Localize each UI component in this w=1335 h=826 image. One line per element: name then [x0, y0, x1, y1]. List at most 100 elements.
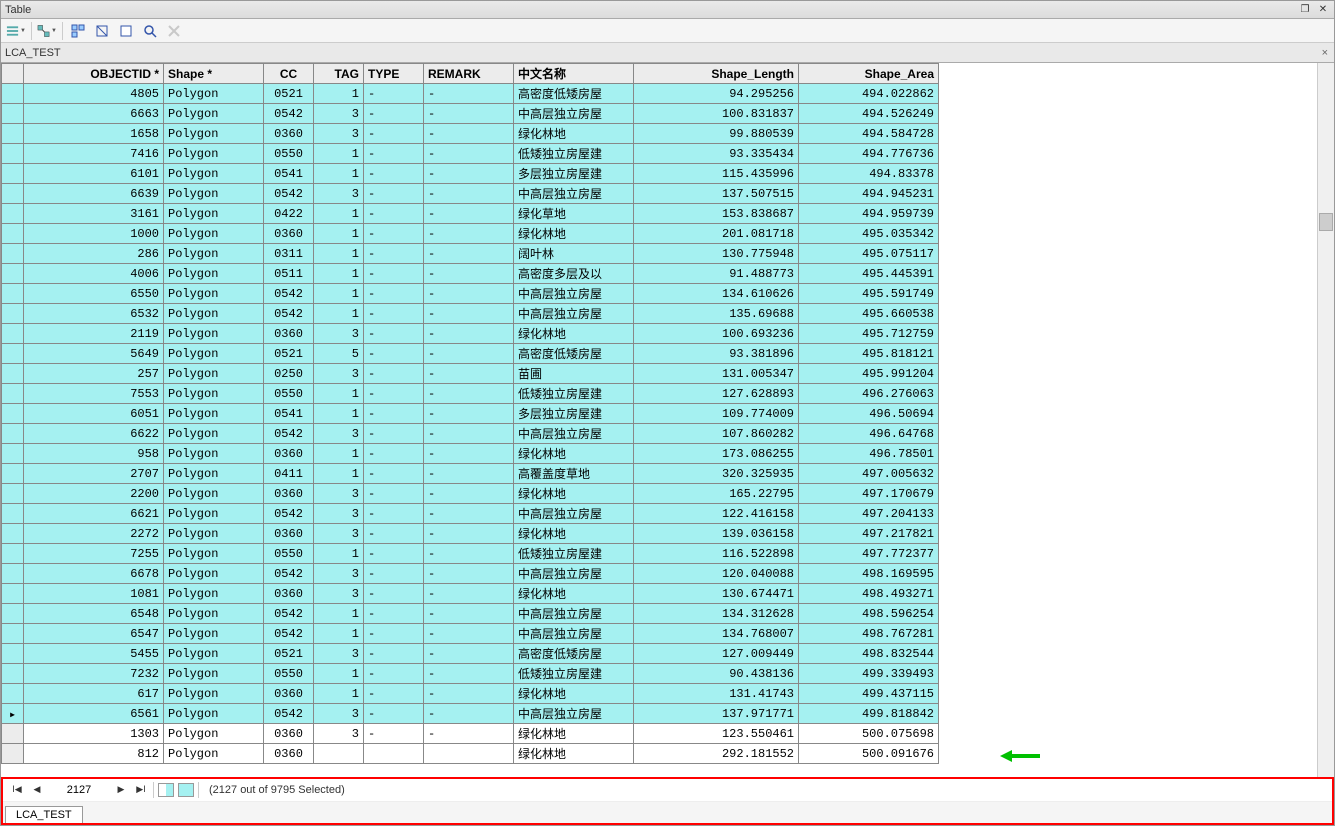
cell[interactable]: Polygon: [164, 724, 264, 744]
cell[interactable]: 494.959739: [799, 204, 939, 224]
cell[interactable]: 495.712759: [799, 324, 939, 344]
cell[interactable]: 496.50694: [799, 404, 939, 424]
cell[interactable]: 137.507515: [634, 184, 799, 204]
table-row[interactable]: 6532Polygon05421--中高层独立房屋135.69688495.66…: [2, 304, 939, 324]
cell[interactable]: 0360: [264, 484, 314, 504]
cell[interactable]: 115.435996: [634, 164, 799, 184]
cell[interactable]: 617: [24, 684, 164, 704]
cell[interactable]: Polygon: [164, 584, 264, 604]
cell[interactable]: -: [424, 364, 514, 384]
cell[interactable]: -: [364, 464, 424, 484]
cell[interactable]: 131.41743: [634, 684, 799, 704]
cell[interactable]: 257: [24, 364, 164, 384]
cell[interactable]: 4006: [24, 264, 164, 284]
cell[interactable]: 低矮独立房屋建: [514, 144, 634, 164]
cell[interactable]: 958: [24, 444, 164, 464]
cell[interactable]: 500.075698: [799, 724, 939, 744]
col-header-shape[interactable]: Shape *: [164, 64, 264, 84]
cell[interactable]: 495.075117: [799, 244, 939, 264]
row-handle[interactable]: [2, 284, 24, 304]
row-handle[interactable]: [2, 484, 24, 504]
cell[interactable]: 494.83378: [799, 164, 939, 184]
clear-selection-button[interactable]: [115, 21, 137, 41]
cell[interactable]: Polygon: [164, 124, 264, 144]
cell[interactable]: 2707: [24, 464, 164, 484]
cell[interactable]: 绿化林地: [514, 324, 634, 344]
cell[interactable]: 3: [314, 124, 364, 144]
table-row[interactable]: 7553Polygon05501--低矮独立房屋建127.628893496.2…: [2, 384, 939, 404]
cell[interactable]: 多层独立房屋建: [514, 404, 634, 424]
close-icon[interactable]: ✕: [1316, 4, 1330, 16]
table-row[interactable]: 2119Polygon03603--绿化林地100.693236495.7127…: [2, 324, 939, 344]
cell[interactable]: 中高层独立房屋: [514, 304, 634, 324]
cell[interactable]: Polygon: [164, 664, 264, 684]
cell[interactable]: -: [424, 124, 514, 144]
cell[interactable]: 91.488773: [634, 264, 799, 284]
table-row[interactable]: 7416Polygon05501--低矮独立房屋建93.335434494.77…: [2, 144, 939, 164]
cell[interactable]: 109.774009: [634, 404, 799, 424]
row-handle[interactable]: [2, 84, 24, 104]
row-handle[interactable]: [2, 404, 24, 424]
cell[interactable]: 100.693236: [634, 324, 799, 344]
cell[interactable]: -: [364, 84, 424, 104]
row-handle[interactable]: [2, 264, 24, 284]
row-handle[interactable]: [2, 144, 24, 164]
cell[interactable]: 497.005632: [799, 464, 939, 484]
cell[interactable]: 131.005347: [634, 364, 799, 384]
cell[interactable]: 0521: [264, 344, 314, 364]
cell[interactable]: 0360: [264, 324, 314, 344]
cell[interactable]: -: [364, 584, 424, 604]
cell[interactable]: 中高层独立房屋: [514, 704, 634, 724]
cell[interactable]: 5649: [24, 344, 164, 364]
row-handle[interactable]: [2, 164, 24, 184]
cell[interactable]: 5: [314, 344, 364, 364]
cell[interactable]: 3: [314, 584, 364, 604]
bottom-tab[interactable]: LCA_TEST: [5, 806, 83, 823]
cell[interactable]: 0360: [264, 724, 314, 744]
cell[interactable]: 100.831837: [634, 104, 799, 124]
cell[interactable]: -: [424, 464, 514, 484]
table-row[interactable]: 6547Polygon05421--中高层独立房屋134.768007498.7…: [2, 624, 939, 644]
cell[interactable]: Polygon: [164, 504, 264, 524]
cell[interactable]: 127.009449: [634, 644, 799, 664]
zoom-selection-button[interactable]: [139, 21, 161, 41]
cell[interactable]: 99.880539: [634, 124, 799, 144]
cell[interactable]: -: [424, 724, 514, 744]
cell[interactable]: 497.772377: [799, 544, 939, 564]
cell[interactable]: -: [424, 84, 514, 104]
cell[interactable]: 高覆盖度草地: [514, 464, 634, 484]
col-header-remark[interactable]: REMARK: [424, 64, 514, 84]
row-handle[interactable]: [2, 384, 24, 404]
cell[interactable]: 6547: [24, 624, 164, 644]
cell[interactable]: 0360: [264, 224, 314, 244]
col-header-length[interactable]: Shape_Length: [634, 64, 799, 84]
cell[interactable]: Polygon: [164, 164, 264, 184]
cell[interactable]: -: [364, 684, 424, 704]
cell[interactable]: 中高层独立房屋: [514, 504, 634, 524]
row-handle[interactable]: [2, 704, 24, 724]
cell[interactable]: -: [364, 504, 424, 524]
cell[interactable]: 0542: [264, 284, 314, 304]
cell[interactable]: 3: [314, 524, 364, 544]
table-row[interactable]: 7255Polygon05501--低矮独立房屋建116.522898497.7…: [2, 544, 939, 564]
cell[interactable]: -: [364, 664, 424, 684]
cell[interactable]: Polygon: [164, 344, 264, 364]
cell[interactable]: 3: [314, 504, 364, 524]
cell[interactable]: 123.550461: [634, 724, 799, 744]
cell[interactable]: Polygon: [164, 484, 264, 504]
cell[interactable]: -: [424, 164, 514, 184]
cell[interactable]: 高密度低矮房屋: [514, 84, 634, 104]
cell[interactable]: 1: [314, 164, 364, 184]
cell[interactable]: Polygon: [164, 384, 264, 404]
show-selected-records-button[interactable]: [178, 783, 194, 797]
cell[interactable]: 绿化林地: [514, 124, 634, 144]
cell[interactable]: -: [424, 244, 514, 264]
cell[interactable]: -: [424, 144, 514, 164]
cell[interactable]: 495.991204: [799, 364, 939, 384]
col-header-area[interactable]: Shape_Area: [799, 64, 939, 84]
cell[interactable]: 495.660538: [799, 304, 939, 324]
cell[interactable]: 0541: [264, 404, 314, 424]
table-row[interactable]: 4805Polygon05211--高密度低矮房屋94.295256494.02…: [2, 84, 939, 104]
row-handle[interactable]: [2, 304, 24, 324]
cell[interactable]: 多层独立房屋建: [514, 164, 634, 184]
